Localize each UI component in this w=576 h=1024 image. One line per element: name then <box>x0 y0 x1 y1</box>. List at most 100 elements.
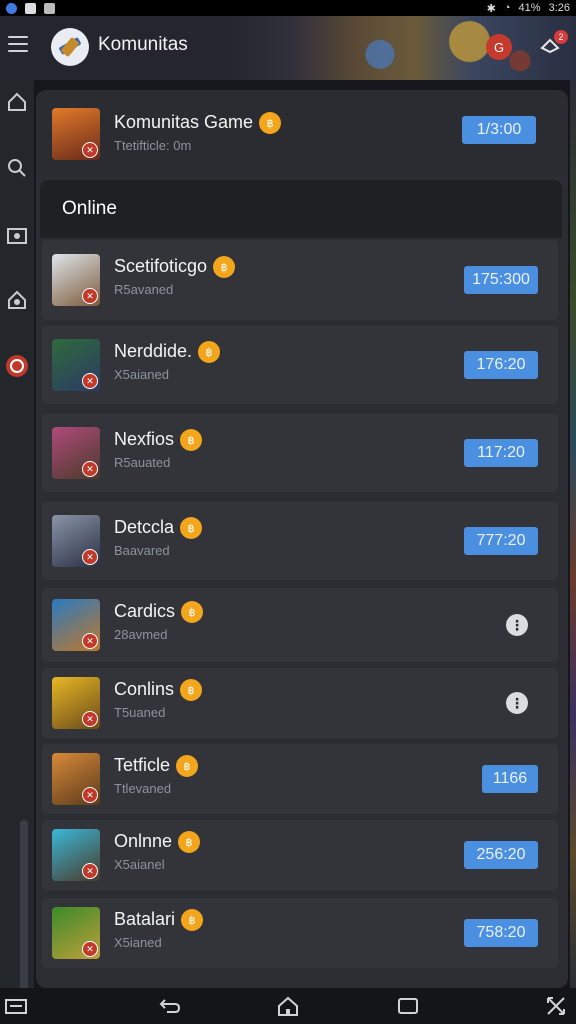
timer-badge[interactable]: 256:20 <box>464 841 538 869</box>
notification-icon[interactable]: G <box>486 34 512 60</box>
status-icon: ✕ <box>82 142 98 158</box>
status-icon: ✕ <box>82 711 98 727</box>
keyboard-icon[interactable] <box>4 994 28 1018</box>
view-icon[interactable] <box>5 224 29 248</box>
coin-icon: ฿ <box>176 755 199 778</box>
coin-icon: ฿ <box>180 429 203 452</box>
status-icon: ✕ <box>82 288 98 304</box>
list-item-name: Nexfios ฿ <box>114 429 203 452</box>
back-icon[interactable] <box>158 994 182 1018</box>
avatar: ✕ <box>52 339 100 391</box>
home-icon[interactable] <box>5 90 29 114</box>
status-icon: ✕ <box>82 549 98 565</box>
status-right: ✱ ◔ 41% 3:26 <box>487 2 570 15</box>
home-nav-icon[interactable] <box>276 994 300 1018</box>
app-logo-icon[interactable] <box>51 28 89 66</box>
avatar: ✕ <box>52 753 100 805</box>
timer-badge[interactable]: 777:20 <box>464 527 538 555</box>
list-item-subtitle: X5aianel <box>114 857 165 872</box>
notif-icon <box>25 2 36 14</box>
avatar: ✕ <box>52 829 100 881</box>
bottom-nav <box>0 988 576 1024</box>
status-icon: ✕ <box>82 787 98 803</box>
app-header: Komunitas G 2 <box>0 16 576 80</box>
avatar: ✕ <box>52 907 100 959</box>
list-item-name: Conlins ฿ <box>114 679 203 702</box>
list-item-name: Cardics ฿ <box>114 601 204 624</box>
page-title: Komunitas <box>98 34 188 55</box>
help-icon[interactable] <box>5 354 29 378</box>
list-item[interactable]: ✕ Batalari ฿ X5ianed 758:20 <box>42 898 558 968</box>
status-icon: ✕ <box>82 633 98 649</box>
menu-icon[interactable] <box>8 36 28 52</box>
list-item[interactable]: ✕ Tetficle ฿ Ttlevaned 1166 <box>42 744 558 814</box>
list-item-name: Batalari ฿ <box>114 909 204 932</box>
list-item[interactable]: ✕ Conlins ฿ T5uaned ⋮ <box>42 668 558 738</box>
status-icon: ✕ <box>82 461 98 477</box>
more-options-icon[interactable]: ⋮ <box>506 692 528 714</box>
online-title: Online <box>62 198 117 219</box>
timer-badge[interactable]: 176:20 <box>464 351 538 379</box>
fullscreen-icon[interactable] <box>544 994 568 1018</box>
coin-icon: ฿ <box>181 909 204 932</box>
battery-level: 41% <box>518 2 541 14</box>
app-icon-blue <box>6 2 17 14</box>
list-item[interactable]: ✕ Scetifoticgo ฿ R5avaned 175:300 <box>42 240 558 320</box>
status-icon: ✕ <box>82 863 98 879</box>
timer-badge[interactable]: 117:20 <box>464 439 538 467</box>
online-section-header: Online <box>40 180 562 238</box>
featured-name: Komunitas Game ฿ <box>114 112 282 135</box>
main-panel: ✕ Komunitas Game ฿ Ttetifticle: 0m 1/3:00… <box>36 90 568 988</box>
coin-icon: ฿ <box>180 517 203 540</box>
coin-icon: ฿ <box>180 679 203 702</box>
avatar: ✕ <box>52 515 100 567</box>
background-art-strip <box>570 80 576 988</box>
timer-badge[interactable]: 1166 <box>482 765 538 793</box>
list-item-subtitle: R5auated <box>114 455 171 470</box>
list-item-subtitle: X5ianed <box>114 935 162 950</box>
chat-icon[interactable]: 2 <box>538 30 568 58</box>
list-item[interactable]: ✕ Nexfios ฿ R5auated 117:20 <box>42 414 558 492</box>
mail-icon <box>44 2 55 14</box>
avatar: ✕ <box>52 108 100 160</box>
avatar: ✕ <box>52 599 100 651</box>
coin-icon: ฿ <box>213 256 236 279</box>
list-item[interactable]: ✕ Cardics ฿ 28avmed ⋮ <box>42 588 558 662</box>
list-item-name: Nerddide. ฿ <box>114 341 221 364</box>
list-item[interactable]: ✕ Onlnne ฿ X5aianel 256:20 <box>42 820 558 890</box>
avatar: ✕ <box>52 677 100 729</box>
avatar: ✕ <box>52 427 100 479</box>
list-item-subtitle: X5aianed <box>114 367 169 382</box>
more-options-icon[interactable]: ⋮ <box>506 614 528 636</box>
header-banner-art <box>296 16 576 80</box>
status-icon: ✕ <box>82 373 98 389</box>
featured-subtitle: Ttetifticle: 0m <box>114 138 192 153</box>
side-rail <box>0 80 34 1024</box>
list-item-subtitle: 28avmed <box>114 627 168 642</box>
list-item-name: Onlnne ฿ <box>114 831 201 854</box>
list-item-subtitle: T5uaned <box>114 705 166 720</box>
coin-icon: ฿ <box>198 341 221 364</box>
status-icon: ✕ <box>82 941 98 957</box>
coin-icon: ฿ <box>259 112 282 135</box>
list-item[interactable]: ✕ Nerddide. ฿ X5aianed 176:20 <box>42 326 558 404</box>
avatar: ✕ <box>52 254 100 306</box>
list-item-name: Detccla ฿ <box>114 517 203 540</box>
coin-icon: ฿ <box>181 601 204 624</box>
search-icon[interactable] <box>5 156 29 180</box>
list-item[interactable]: ✕ Detccla ฿ Baavared 777:20 <box>42 502 558 580</box>
featured-timer[interactable]: 1/3:00 <box>462 116 536 144</box>
timer-badge[interactable]: 175:300 <box>464 266 538 294</box>
timer-badge[interactable]: 758:20 <box>464 919 538 947</box>
list-item-subtitle: Baavared <box>114 543 170 558</box>
list-item-subtitle: R5avaned <box>114 282 174 297</box>
bluetooth-icon: ✱ <box>486 2 496 15</box>
list-item-subtitle: Ttlevaned <box>114 781 172 796</box>
status-bar: ✱ ◔ 41% 3:26 <box>0 0 576 16</box>
coin-icon: ฿ <box>178 831 201 854</box>
wifi-icon: ◔ <box>503 2 511 14</box>
featured-community-card[interactable]: ✕ Komunitas Game ฿ Ttetifticle: 0m 1/3:00 <box>36 90 568 174</box>
status-left <box>6 2 55 14</box>
recents-icon[interactable] <box>396 994 420 1018</box>
community-icon[interactable] <box>5 288 29 312</box>
